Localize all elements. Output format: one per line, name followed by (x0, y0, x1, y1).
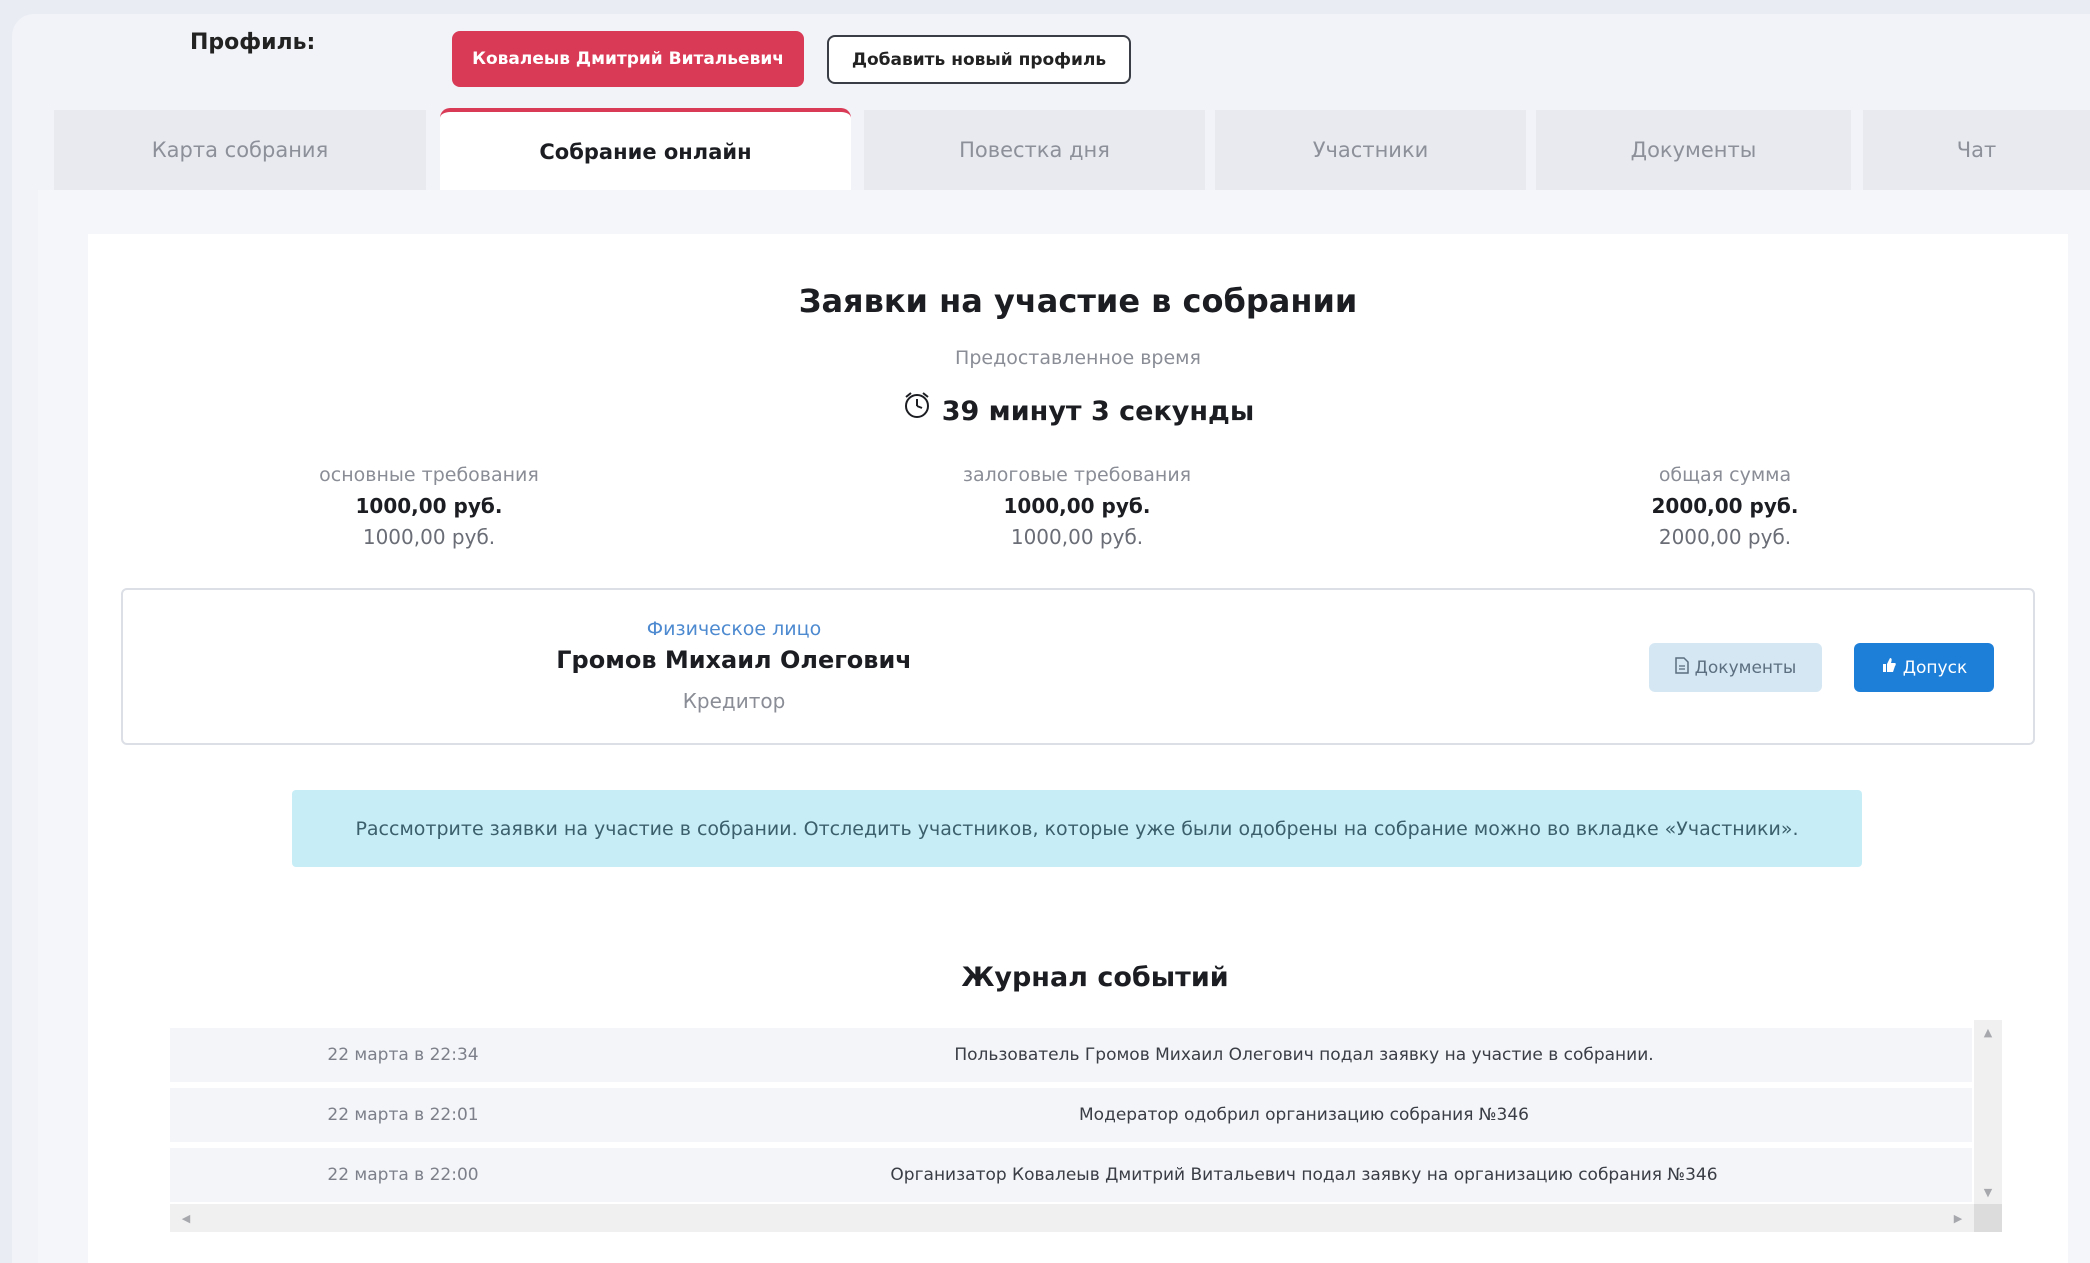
horizontal-scrollbar[interactable]: ◀ ▶ (170, 1204, 2002, 1232)
stat-label: основные требования (319, 464, 539, 486)
log-row: 22 марта в 22:00 Организатор Ковалеыв Дм… (170, 1148, 1972, 1202)
event-log: 22 марта в 22:34 Пользователь Громов Мих… (170, 1020, 2002, 1232)
tab-participants[interactable]: Участники (1215, 110, 1526, 190)
profile-label: Профиль: (190, 30, 316, 55)
stat-total-sum: общая сумма 2000,00 руб. 2000,00 руб. (1525, 464, 1925, 549)
stat-value: 1000,00 руб. (1003, 494, 1151, 518)
log-text: Пользователь Громов Михаил Олегович пода… (954, 1045, 1654, 1065)
add-profile-button[interactable]: Добавить новый профиль (827, 35, 1131, 84)
documents-button[interactable]: Документы (1649, 643, 1822, 692)
log-title: Журнал событий (961, 962, 1229, 993)
scroll-down-icon[interactable]: ▼ (1974, 1180, 2002, 1204)
log-row: 22 марта в 22:34 Пользователь Громов Мих… (170, 1028, 1972, 1082)
stat-label: общая сумма (1658, 464, 1792, 486)
stat-pledge-claims: залоговые требования 1000,00 руб. 1000,0… (877, 464, 1277, 549)
timer: 39 минут 3 секунды (0, 390, 2090, 427)
log-row: 22 марта в 22:01 Модератор одобрил орган… (170, 1088, 1972, 1142)
stat-value-secondary: 1000,00 руб. (1010, 525, 1144, 549)
applicant-role: Кредитор (682, 689, 786, 713)
admit-button-label: Допуск (1902, 657, 1968, 678)
applicant-name: Громов Михаил Олегович (556, 646, 912, 674)
document-icon (1674, 656, 1689, 679)
current-profile-button[interactable]: Ковалеыв Дмитрий Витальевич (452, 31, 804, 87)
applicant-card: Физическое лицо Громов Михаил Олегович К… (121, 588, 2035, 745)
applicant-type-link[interactable]: Физическое лицо (123, 618, 1345, 640)
scroll-up-icon[interactable]: ▲ (1974, 1020, 2002, 1044)
stat-main-claims: основные требования 1000,00 руб. 1000,00… (229, 464, 629, 549)
stat-value: 2000,00 руб. (1651, 494, 1799, 518)
info-banner: Рассмотрите заявки на участие в собрании… (292, 790, 1862, 867)
log-text: Модератор одобрил организацию собрания №… (1079, 1105, 1529, 1125)
stat-value: 1000,00 руб. (355, 494, 503, 518)
tab-chat[interactable]: Чат (1863, 110, 2090, 190)
tab-meeting-map[interactable]: Карта собрания (54, 110, 426, 190)
log-text: Организатор Ковалеыв Дмитрий Витальевич … (890, 1165, 1718, 1185)
scroll-right-icon[interactable]: ▶ (1946, 1204, 1970, 1232)
page-title: Заявки на участие в собрании (798, 282, 1358, 320)
admit-button[interactable]: Допуск (1854, 643, 1994, 692)
timer-value: 39 минут 3 секунды (941, 396, 1255, 427)
vertical-scrollbar[interactable]: ▲ ▼ (1974, 1020, 2002, 1232)
stat-value-secondary: 1000,00 руб. (362, 525, 496, 549)
alarm-clock-icon (902, 390, 932, 427)
tab-agenda[interactable]: Повестка дня (864, 110, 1205, 190)
scroll-left-icon[interactable]: ◀ (174, 1204, 198, 1232)
time-label: Предоставленное время (955, 347, 1201, 369)
documents-button-label: Документы (1694, 657, 1797, 678)
log-date: 22 марта в 22:34 (327, 1045, 479, 1065)
stat-value-secondary: 2000,00 руб. (1658, 525, 1792, 549)
stat-label: залоговые требования (962, 464, 1192, 486)
log-date: 22 марта в 22:01 (327, 1105, 479, 1125)
scrollbar-corner (1974, 1204, 2002, 1232)
thumbs-up-icon (1881, 657, 1897, 678)
tab-documents[interactable]: Документы (1536, 110, 1851, 190)
log-date: 22 марта в 22:00 (327, 1165, 479, 1185)
tab-meeting-online[interactable]: Собрание онлайн (440, 108, 851, 192)
